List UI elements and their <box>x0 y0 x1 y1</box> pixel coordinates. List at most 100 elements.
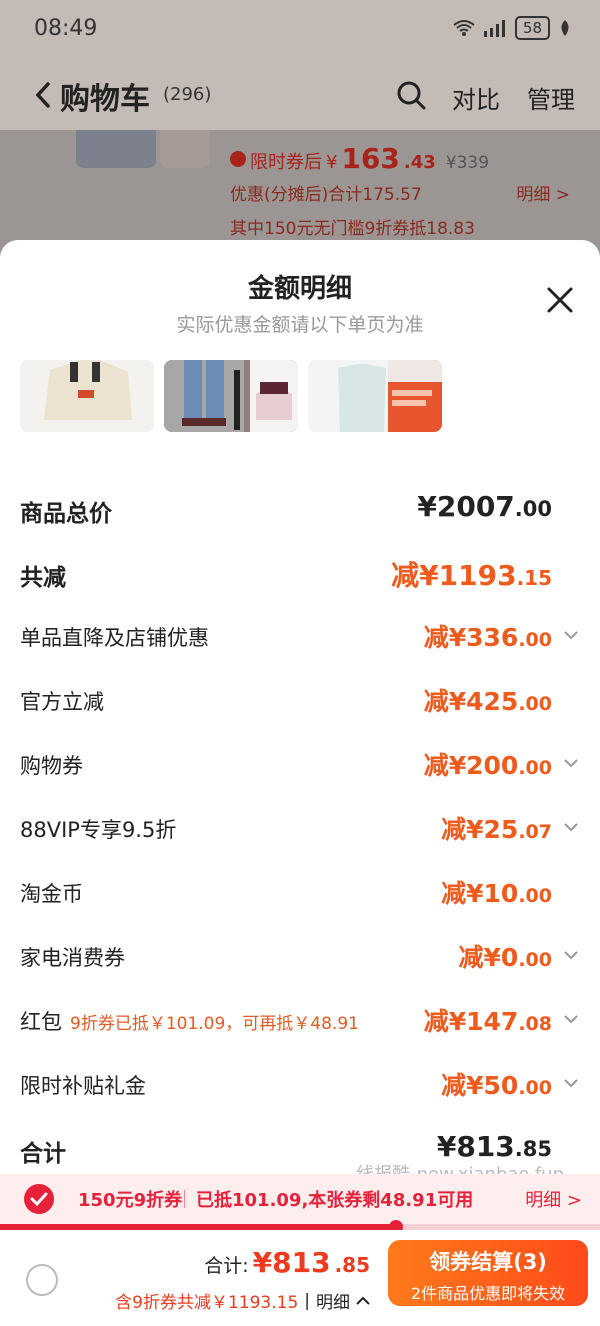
row-value: 减¥1193.15 <box>391 554 552 594</box>
row-label: 限时补贴礼金 <box>20 1074 146 1098</box>
row-value: 减¥10.00 <box>441 874 552 910</box>
row-limited-subsidy[interactable]: 限时补贴礼金 减¥50.00 <box>0 1066 600 1106</box>
row-label: 家电消费券 <box>20 946 125 970</box>
row-value-dec: .00 <box>518 693 552 715</box>
row-88vip[interactable]: 88VIP专享9.5折 减¥25.07 <box>0 810 600 850</box>
product-image-coat[interactable] <box>20 360 154 432</box>
row-value-int: 减¥200 <box>423 751 519 780</box>
row-value-dec: .15 <box>516 566 552 590</box>
wifi-icon <box>453 20 475 36</box>
row-value-dec: .00 <box>518 1077 552 1099</box>
chevron-down-icon[interactable] <box>564 950 578 960</box>
row-red-packet[interactable]: 红包 9折券已抵￥101.09，可再抵￥48.91 减¥147.08 <box>0 1002 600 1042</box>
row-label-text: 红包 <box>20 1010 62 1034</box>
row-value-dec: .08 <box>518 1013 552 1035</box>
divider: | <box>304 1290 310 1311</box>
coupon-bar[interactable]: 150元9折券 已抵101.09,本张券剩48.91可用 明细 > <box>0 1174 600 1224</box>
leaf-icon <box>561 20 569 36</box>
row-label: 淘金币 <box>20 882 83 906</box>
status-bar: 08:49 58 <box>0 0 600 60</box>
row-value-dec: .00 <box>514 497 552 521</box>
down-jacket-image <box>308 360 442 432</box>
row-total-price: 商品总价 ¥2007.00 <box>0 490 600 530</box>
search-icon[interactable] <box>396 80 426 110</box>
price-symbol: ¥ <box>326 152 338 173</box>
chevron-down-icon[interactable] <box>564 630 578 640</box>
saving-summary[interactable]: 含9折券共减￥1193.15 | 明细 <box>115 1288 370 1313</box>
amount-detail-sheet: 金额明细 实际优惠金额请以下单页为准 商品总价 ¥2007.00 共减 减¥11… <box>0 240 600 1326</box>
checkout-sub: 2件商品优惠即将失效 <box>410 1284 566 1303</box>
close-icon[interactable] <box>546 286 574 314</box>
product-thumbnail[interactable] <box>160 130 210 168</box>
coupon-line: 其中150元无门槛9折券抵18.83 <box>230 219 475 239</box>
row-value: ¥2007.00 <box>417 490 552 523</box>
row-value-dec: .85 <box>514 1137 552 1161</box>
row-value-int: 减¥336 <box>423 623 519 652</box>
product-image-down-jacket[interactable] <box>308 360 442 432</box>
row-value-dec: .07 <box>518 821 552 843</box>
row-value-int: 减¥25 <box>441 815 519 844</box>
red-packet-note: 9折券已抵￥101.09，可再抵￥48.91 <box>70 1014 359 1034</box>
chevron-down-icon[interactable] <box>564 758 578 768</box>
row-value-dec: .00 <box>518 885 552 907</box>
divider <box>184 1190 185 1208</box>
row-label: 共减 <box>20 565 66 591</box>
bottom-detail-link[interactable]: 明细 <box>316 1288 350 1313</box>
page-title: 购物车 <box>60 82 150 117</box>
row-label: 官方立减 <box>20 690 104 714</box>
row-label: 商品总价 <box>20 501 112 527</box>
manage-button[interactable]: 管理 <box>527 80 575 115</box>
cart-header: 购物车 (296) 对比 管理 <box>0 60 600 130</box>
coupon-name: 150元9折券 <box>78 1190 183 1211</box>
row-value-int: 减¥147 <box>423 1007 519 1036</box>
jeans-image <box>164 360 298 432</box>
row-total-discount: 共减 减¥1193.15 <box>0 554 600 594</box>
row-value-int: 减¥0 <box>458 943 519 972</box>
price-int: 163 <box>341 142 400 175</box>
discount-total: 优惠(分摊后)合计175.57 <box>230 185 422 205</box>
row-store-discount[interactable]: 单品直降及店铺优惠 减¥336.00 <box>0 618 600 658</box>
row-value: ¥813.85 <box>437 1130 552 1163</box>
total-int: ¥813 <box>252 1246 331 1279</box>
select-all-checkbox[interactable] <box>26 1264 58 1296</box>
row-value-dec: .00 <box>518 629 552 651</box>
cart-detail-link[interactable]: 明细 > <box>516 180 570 205</box>
row-value-dec: .00 <box>518 757 552 779</box>
product-thumbnail[interactable] <box>76 130 156 168</box>
coat-image <box>20 360 154 432</box>
row-label: 合计 <box>20 1141 66 1167</box>
product-image-jeans[interactable] <box>164 360 298 432</box>
row-value-dec: .00 <box>518 949 552 971</box>
total-label: 合计: <box>204 1255 249 1277</box>
row-value: 减¥200.00 <box>424 746 552 782</box>
row-appliance-coupon[interactable]: 家电消费券 减¥0.00 <box>0 938 600 978</box>
original-price: ¥339 <box>445 153 490 173</box>
product-thumbnails <box>20 360 442 432</box>
row-label: 单品直降及店铺优惠 <box>20 626 209 650</box>
saving-note: 含9折券共减￥1193.15 <box>115 1293 299 1313</box>
row-shopping-coupon[interactable]: 购物券 减¥200.00 <box>0 746 600 786</box>
clock-icon <box>230 150 246 167</box>
status-icons: 58 <box>453 16 572 40</box>
chevron-down-icon[interactable] <box>564 822 578 832</box>
chevron-down-icon[interactable] <box>564 1078 578 1088</box>
coupon-detail-link[interactable]: 明细 > <box>525 1186 582 1212</box>
chevron-up-icon[interactable] <box>356 1296 370 1306</box>
sheet-subtitle: 实际优惠金额请以下单页为准 <box>176 314 424 336</box>
checkmark-icon[interactable] <box>24 1184 54 1214</box>
total-amount: 合计: ¥813 .85 <box>204 1246 370 1279</box>
total-dec: .85 <box>334 1253 370 1277</box>
compare-button[interactable]: 对比 <box>452 80 500 115</box>
chevron-down-icon[interactable] <box>564 1014 578 1024</box>
price-label: 限时券后 <box>250 152 322 173</box>
cart-item-background: 限时券后 ¥ 163 .43 ¥339 优惠(分摊后)合计175.57 明细 >… <box>0 130 600 250</box>
signal-icon <box>483 20 505 37</box>
price-dec: .43 <box>403 152 436 173</box>
row-value-int: 减¥50 <box>441 1071 519 1100</box>
cart-item-price: 限时券后 ¥ 163 .43 ¥339 <box>230 142 489 175</box>
checkout-bar: 合计: ¥813 .85 含9折券共减￥1193.15 | 明细 领券结算(3)… <box>0 1230 600 1326</box>
back-icon[interactable] <box>30 78 58 112</box>
row-value: 减¥50.00 <box>441 1066 552 1102</box>
coupon-status: 已抵101.09,本张券剩48.91可用 <box>196 1190 474 1211</box>
checkout-button[interactable]: 领券结算(3) 2件商品优惠即将失效 <box>388 1240 588 1306</box>
